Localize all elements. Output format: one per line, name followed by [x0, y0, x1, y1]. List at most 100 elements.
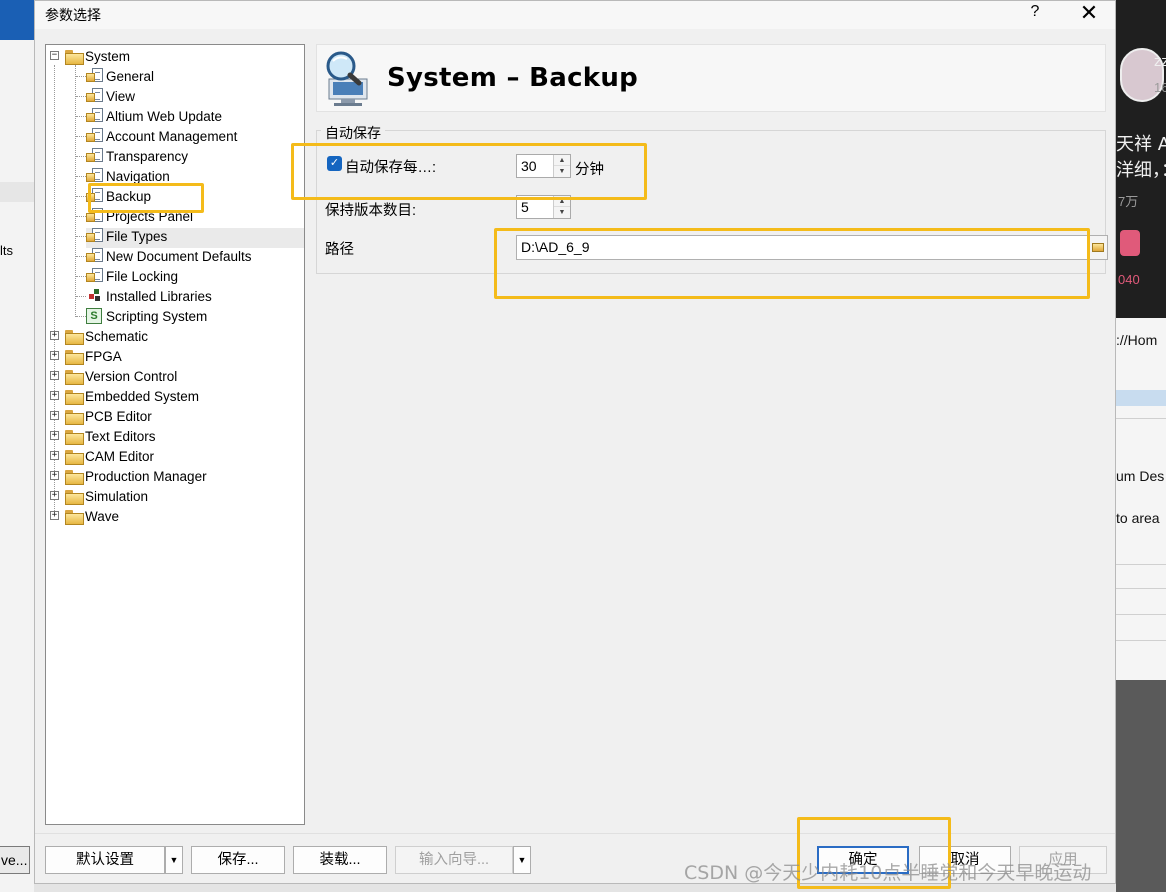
spinner-arrows: ▲ ▼ [553, 155, 570, 177]
autosave-label: 自动保存每…: [345, 160, 437, 176]
page-title: System – Backup [387, 63, 639, 93]
settings-page-icon [86, 248, 104, 264]
autosave-interval-value[interactable]: 30 [521, 158, 537, 174]
versions-value[interactable]: 5 [521, 199, 529, 215]
tree-node-label: Altium Web Update [106, 108, 223, 124]
tree-node-label: Text Editors [85, 428, 156, 444]
tree-node-system[interactable]: − System [46, 46, 130, 66]
title-bar: 参数选择 ? ✕ [35, 1, 1115, 29]
tree-line [76, 76, 86, 77]
expand-icon[interactable]: + [50, 451, 59, 460]
tree-node-label: Embedded System [85, 388, 200, 404]
defaults-dropdown-arrow-icon[interactable]: ▼ [165, 846, 183, 874]
import-wizard-button[interactable]: 输入向导... [395, 846, 513, 874]
defaults-button[interactable]: 默认设置 [45, 846, 165, 874]
expand-icon[interactable]: + [50, 431, 59, 440]
tree-line [76, 256, 86, 257]
background-divider [1116, 588, 1166, 589]
tree-node-label: Backup [106, 188, 152, 204]
import-wizard-dropdown-arrow-icon[interactable]: ▼ [513, 846, 531, 874]
tree-line [76, 136, 86, 137]
backup-path-field[interactable]: D:\AD_6_9 [516, 235, 1088, 260]
settings-page-icon [86, 68, 104, 84]
autosave-checkbox[interactable]: ✓ [327, 156, 342, 171]
collapse-icon[interactable]: − [50, 51, 59, 60]
expand-icon[interactable]: + [50, 391, 59, 400]
autosave-interval-spinner[interactable]: 30 ▲ ▼ [516, 154, 571, 178]
tree-line [76, 276, 86, 277]
folder-icon [65, 449, 84, 465]
tree-node-installed-libraries[interactable]: Installed Libraries [46, 286, 212, 306]
script-icon: S [86, 308, 102, 324]
load-button[interactable]: 装载... [293, 846, 387, 874]
folder-icon [65, 469, 84, 485]
tree-node-label: System [85, 48, 131, 64]
background-left-text: lts [0, 243, 13, 258]
settings-page-icon [86, 148, 104, 164]
spin-up-icon[interactable]: ▲ [554, 155, 570, 166]
like-icon [1120, 230, 1140, 256]
background-headline-1: 天祥 Al [1116, 134, 1166, 155]
folder-icon [65, 329, 84, 345]
background-blue-bar [0, 0, 34, 40]
background-dark-panel [1116, 680, 1166, 892]
expand-icon[interactable]: + [50, 411, 59, 420]
tree-node-text-editors[interactable]: + Text Editors [46, 426, 156, 446]
versions-label: 保持版本数目: [325, 203, 417, 219]
tree-node-label: Simulation [85, 488, 149, 504]
tree-node-label: Scripting System [106, 308, 208, 324]
tree-node-simulation[interactable]: + Simulation [46, 486, 148, 506]
tree-node-navigation[interactable]: Navigation [46, 166, 170, 186]
interval-unit-label: 分钟 [575, 162, 604, 178]
tree-node-cam-editor[interactable]: + CAM Editor [46, 446, 154, 466]
preferences-dialog: 参数选择 ? ✕ − System General View Altium Web … [34, 0, 1116, 884]
preferences-tree[interactable]: − System General View Altium Web Update Acc… [45, 44, 305, 825]
folder-icon [65, 369, 84, 385]
tree-line [76, 176, 86, 177]
tree-node-embedded-system[interactable]: + Embedded System [46, 386, 199, 406]
expand-icon[interactable]: + [50, 471, 59, 480]
expand-icon[interactable]: + [50, 491, 59, 500]
tree-node-projects-panel[interactable]: Projects Panel [46, 206, 193, 226]
tree-node-general[interactable]: General [46, 66, 154, 86]
tree-node-file-types[interactable]: File Types [46, 226, 167, 246]
tree-node-label: PCB Editor [85, 408, 152, 424]
save-button[interactable]: 保存... [191, 846, 285, 874]
tree-node-schematic[interactable]: + Schematic [46, 326, 148, 346]
tree-node-backup[interactable]: Backup [46, 186, 152, 206]
expand-icon[interactable]: + [50, 371, 59, 380]
tree-node-version-control[interactable]: + Version Control [46, 366, 177, 386]
folder-icon [1092, 243, 1104, 252]
background-right-window: zz 16 天祥 Al 洋细，： 7万 040 ://Hom um Des to… [1116, 0, 1166, 892]
spin-down-icon[interactable]: ▼ [554, 207, 570, 218]
tree-node-scripting-system[interactable]: S Scripting System [46, 306, 207, 326]
expand-icon[interactable]: + [50, 511, 59, 520]
spin-down-icon[interactable]: ▼ [554, 166, 570, 177]
spin-up-icon[interactable]: ▲ [554, 196, 570, 207]
tree-node-new-document-defaults[interactable]: New Document Defaults [46, 246, 252, 266]
versions-spinner[interactable]: 5 ▲ ▼ [516, 195, 571, 219]
tree-node-wave[interactable]: + Wave [46, 506, 119, 526]
background-left-window: lts ve... [0, 0, 34, 892]
tree-node-account-management[interactable]: Account Management [46, 126, 237, 146]
expand-icon[interactable]: + [50, 331, 59, 340]
tree-node-transparency[interactable]: Transparency [46, 146, 188, 166]
folder-icon [65, 429, 84, 445]
tree-node-pcb-editor[interactable]: + PCB Editor [46, 406, 152, 426]
tree-node-label: Version Control [85, 368, 178, 384]
tree-node-view[interactable]: View [46, 86, 135, 106]
tree-node-altium-web-update[interactable]: Altium Web Update [46, 106, 222, 126]
close-button[interactable]: ✕ [1077, 1, 1101, 26]
tree-node-label: Transparency [106, 148, 189, 164]
browse-folder-button[interactable] [1088, 235, 1108, 260]
expand-icon[interactable]: + [50, 351, 59, 360]
tree-node-label: CAM Editor [85, 448, 155, 464]
backup-path-value[interactable]: D:\AD_6_9 [521, 239, 589, 255]
tree-node-label: Projects Panel [106, 208, 194, 224]
tree-node-file-locking[interactable]: File Locking [46, 266, 178, 286]
tree-node-label: File Locking [106, 268, 179, 284]
tree-node-production-manager[interactable]: + Production Manager [46, 466, 207, 486]
folder-icon [65, 489, 84, 505]
help-button[interactable]: ? [1025, 3, 1045, 21]
tree-node-fpga[interactable]: + FPGA [46, 346, 122, 366]
